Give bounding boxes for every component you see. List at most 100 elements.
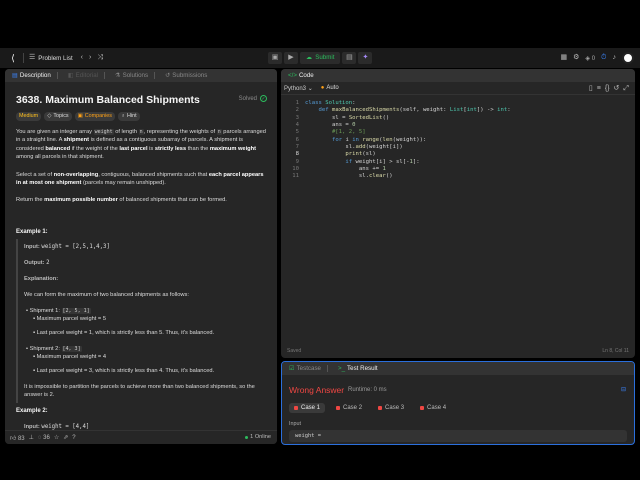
nav-divider xyxy=(23,53,24,63)
input-value: weight = [2,5,1,4,3] xyxy=(41,244,110,250)
code-line[interactable]: ans = 0 xyxy=(305,122,511,129)
fail-icon xyxy=(378,406,383,410)
example-input: Input: weight = [2,5,1,4,3] xyxy=(24,244,110,250)
description-icon: ▤ xyxy=(12,72,18,79)
input-value-box[interactable]: weight = xyxy=(289,430,627,442)
list-item: ▪ Last parcel weight = 3, which is stric… xyxy=(33,368,215,374)
code-area[interactable]: class Solution: def maxBalancedShipments… xyxy=(305,100,511,181)
submit-button[interactable]: ☁ Submit xyxy=(300,52,341,64)
text: Maximum parcel weight = 4 xyxy=(36,354,106,360)
thumbs-up-icon: 👍︎ xyxy=(10,435,17,442)
star-icon[interactable]: ☆ xyxy=(54,434,59,441)
comment-icon: ◌ xyxy=(37,434,42,441)
code-line[interactable]: class Solution: xyxy=(305,100,511,107)
line-number: 10 xyxy=(292,166,299,173)
line-number: 5 xyxy=(295,129,299,136)
braces-icon[interactable]: {} xyxy=(605,85,610,93)
tab-solutions-label: Solutions xyxy=(122,72,149,79)
text: if the weight of the xyxy=(70,145,120,152)
companies-chip[interactable]: ▣ Companies xyxy=(74,112,115,121)
comments-button[interactable]: ◌ 36 xyxy=(38,435,50,441)
code-line[interactable]: def maxBalancedShipments(self, weight: L… xyxy=(305,107,510,114)
notes-icon[interactable]: ▤ xyxy=(342,52,357,64)
case-tab[interactable]: Case 2 xyxy=(331,403,367,413)
code-line[interactable]: if weight[i] > sl[-1]: xyxy=(305,159,511,166)
bold-text: balanced xyxy=(45,145,71,152)
tab-testcase[interactable]: ☑ Testcase xyxy=(286,365,331,372)
ai-assistant-icon[interactable]: ✦ xyxy=(358,52,373,64)
list-item: ▪ Maximum parcel weight = 5 xyxy=(33,316,106,322)
code-line[interactable]: print(sl) xyxy=(305,151,511,158)
hint-chip[interactable]: ♁ Hint xyxy=(118,112,140,121)
code-line[interactable]: sl = SortedList() xyxy=(305,115,511,122)
like-button[interactable]: 👍︎ 83 xyxy=(10,434,25,442)
code-line[interactable]: sl.clear() xyxy=(305,173,511,180)
editorial-icon: ◧ xyxy=(67,72,74,79)
fail-icon xyxy=(420,406,425,410)
list-item: • Shipment 2: [4, 3] xyxy=(26,346,82,352)
case-label: Case 2 xyxy=(343,405,363,411)
tab-test-result[interactable]: >_ Test Result xyxy=(335,365,381,372)
left-tab-bar: ▤ Description ◧ Editorial ⚗ Solutions ↺ … xyxy=(5,69,277,82)
next-problem-icon[interactable]: › xyxy=(89,54,91,62)
prev-problem-icon[interactable]: ‹ xyxy=(81,54,83,62)
share-icon[interactable]: ⇗ xyxy=(63,434,68,441)
cursor-position: Ln 8, Col 11 xyxy=(602,348,629,354)
tab-editorial[interactable]: ◧ Editorial xyxy=(65,72,108,79)
page-title[interactable]: 3638. Maximum Balanced Shipments xyxy=(16,94,200,106)
leetcode-logo-icon[interactable]: ⟨ xyxy=(8,53,18,63)
tab-solutions[interactable]: ⚗ Solutions xyxy=(112,72,158,79)
inline-code: [2, 5, 1] xyxy=(61,308,91,314)
case-tab[interactable]: Case 3 xyxy=(373,403,409,413)
settings-icon[interactable]: ⚙ xyxy=(573,54,579,62)
editor-tools: ▯ ≡ {} ↺ ⤢ xyxy=(589,85,629,93)
streak-counter[interactable]: ◈ 0 xyxy=(585,55,595,62)
code-line[interactable]: #[1, 2, 5] xyxy=(305,129,511,136)
description-panel: ▤ Description ◧ Editorial ⚗ Solutions ↺ … xyxy=(5,69,277,444)
editor-tab-bar: </> Code xyxy=(281,69,635,82)
terminal-icon: >_ xyxy=(337,365,346,372)
case-tab[interactable]: Case 4 xyxy=(415,403,451,413)
auto-mode-toggle[interactable]: ● Auto xyxy=(321,85,339,91)
code-line[interactable]: for i in range(len(weight)): xyxy=(305,137,511,144)
code-line[interactable]: ans += 1 xyxy=(305,166,511,173)
debug-icon[interactable]: ▣ xyxy=(268,52,282,64)
text: Select a set of xyxy=(16,172,54,178)
avatar[interactable] xyxy=(622,52,634,64)
tab-description[interactable]: ▤ Description xyxy=(9,72,61,79)
format-icon[interactable]: ≡ xyxy=(597,85,601,93)
streak-value: 0 xyxy=(591,55,596,62)
fullscreen-icon[interactable]: ⤢ xyxy=(623,85,629,93)
reset-icon[interactable]: ↺ xyxy=(614,85,620,93)
layout-icon[interactable]: ▦ xyxy=(560,54,567,62)
topics-chip[interactable]: ◇ Topics xyxy=(44,112,72,121)
dislike-button[interactable]: ⊥ xyxy=(29,434,34,441)
lock-icon: ▣ xyxy=(77,113,83,119)
online-dot xyxy=(245,435,249,439)
help-icon[interactable]: ? xyxy=(72,435,75,441)
solved-label: Solved xyxy=(238,95,257,102)
problem-list-link[interactable]: ☰ Problem List xyxy=(29,54,73,62)
text: Last parcel weight = 1, which is strictl… xyxy=(36,330,215,336)
tab-code[interactable]: </> Code xyxy=(285,72,317,79)
tab-submissions[interactable]: ↺ Submissions xyxy=(162,72,210,79)
language-select[interactable]: Python3 ⌄ xyxy=(284,85,313,92)
line-numbers: 1 2 3 4 5 6 7 8 9 10 11 xyxy=(281,100,299,181)
input-label: Input xyxy=(289,421,301,427)
timer-icon[interactable]: ⏱ xyxy=(601,54,606,62)
shuffle-icon[interactable]: ⤨ xyxy=(97,54,103,62)
case-tab[interactable]: Case 1 xyxy=(289,403,326,413)
bold-text: last parcel xyxy=(119,145,148,152)
example-1-heading: Example 1: xyxy=(16,229,48,235)
run-button[interactable]: ▶ xyxy=(284,52,298,64)
problem-tags: Medium ◇ Topics ▣ Companies ♁ Hint xyxy=(16,112,140,121)
thumbs-down-icon: ⊥ xyxy=(28,435,34,441)
console-panel: ☑ Testcase >_ Test Result ⊟ Wrong Answer… xyxy=(281,361,635,445)
comment-count: 36 xyxy=(43,434,50,441)
top-nav: ⟨ ☰ Problem List ‹ › ⤨ ▣ ▶ ☁ Submit ▤ ✦ … xyxy=(0,48,640,68)
bell-icon[interactable]: ♪ xyxy=(613,54,617,62)
text: Shipment 2: xyxy=(29,346,62,352)
bookmark-icon[interactable]: ▯ xyxy=(589,85,593,93)
expand-icon[interactable]: ⊟ xyxy=(621,386,626,394)
code-line[interactable]: sl.add(weight[i]) xyxy=(305,144,511,151)
